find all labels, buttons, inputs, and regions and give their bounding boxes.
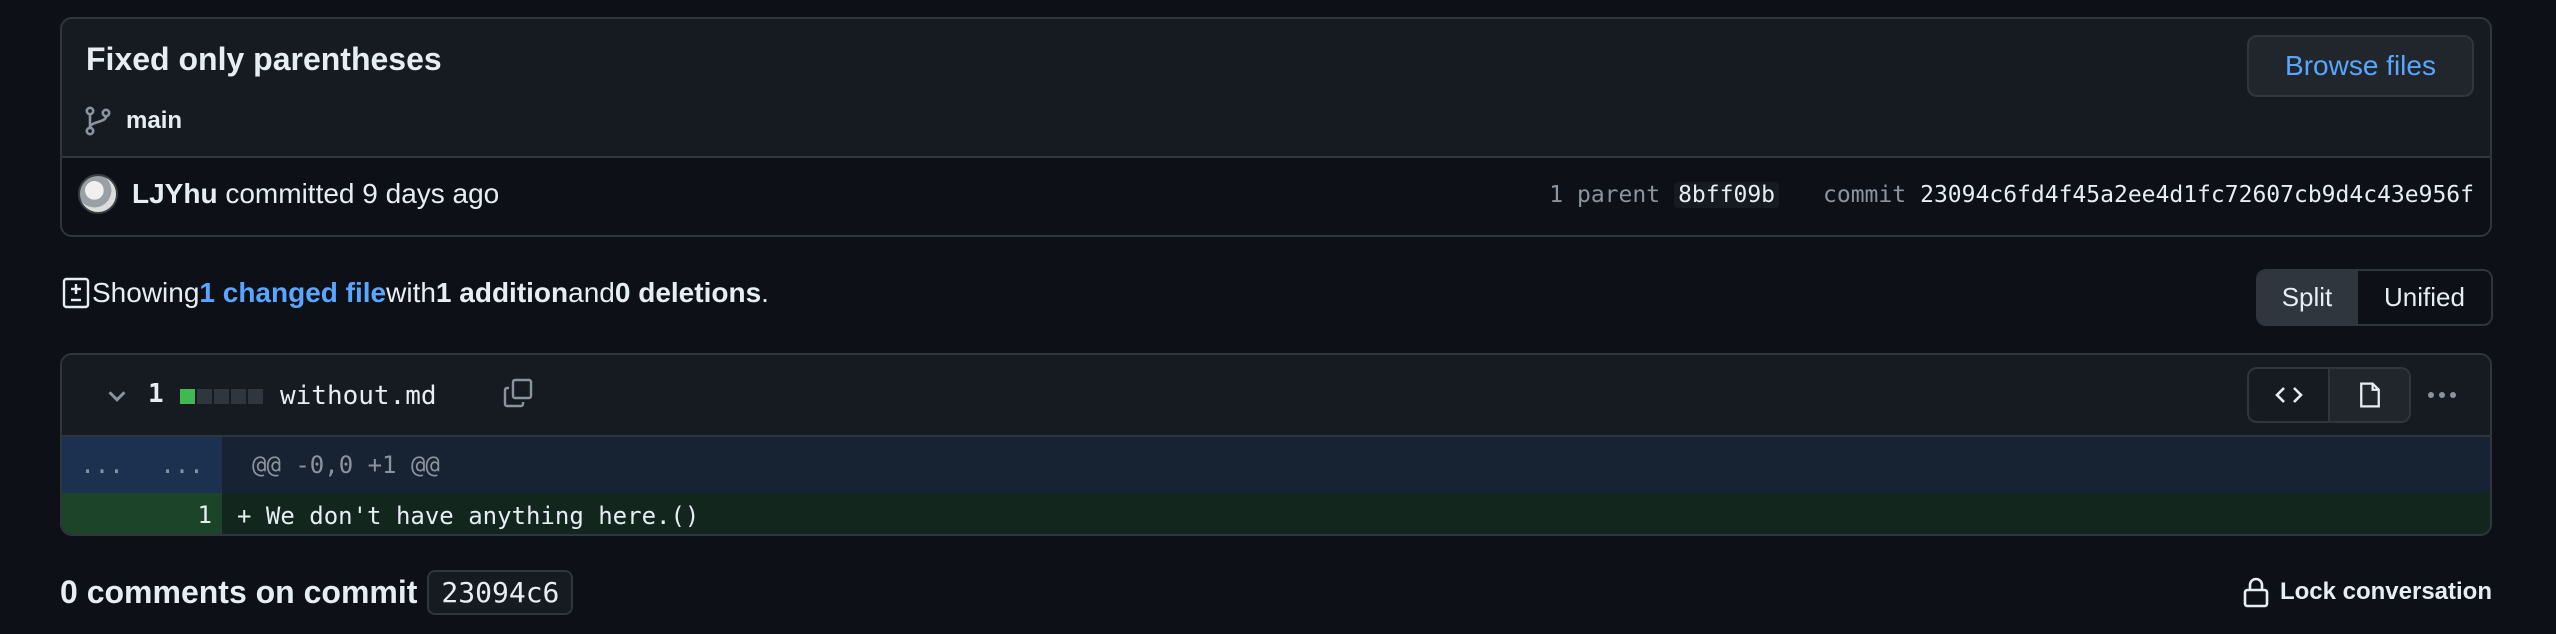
file-diff: 1 without.md ... ... @@ -0,0 +1 @@ 1 + W… (60, 353, 2492, 536)
branch-name[interactable]: main (126, 107, 182, 135)
diffstat-block (180, 389, 195, 404)
diff-summary: Showing 1 changed file with 1 addition a… (60, 276, 769, 310)
diffstat-block (248, 389, 263, 404)
diff-line-text: + We don't have anything here.() (237, 502, 700, 530)
code-icon (2274, 387, 2303, 403)
author-line: LJYhu committed 9 days ago (132, 178, 499, 210)
more-options-icon[interactable] (2422, 377, 2462, 413)
deletions-count: 0 deletions (614, 277, 762, 308)
view-file-button[interactable] (2330, 369, 2409, 421)
diff-view-toggle: Split Unified (2256, 269, 2493, 326)
parent-sha-link[interactable]: 8bff09b (1674, 182, 1780, 208)
commit-header: Fixed only parentheses main Browse files… (60, 17, 2492, 237)
summary-with: with (386, 277, 436, 308)
commit-details: LJYhu committed 9 days ago 1 parent 8bff… (62, 156, 2490, 235)
file-diff-icon (62, 277, 90, 309)
git-branch-icon (85, 106, 111, 136)
commit-label: commit (1823, 182, 1907, 208)
expand-hunk-left[interactable]: ... (62, 451, 142, 479)
copy-icon[interactable] (502, 377, 534, 409)
diffstat (180, 389, 263, 404)
lock-conversation-label: Lock conversation (2279, 578, 2492, 605)
expand-hunk-right[interactable]: ... (142, 451, 222, 479)
diffstat-block (197, 389, 212, 404)
comments-commit-sha: 23094c6 (427, 570, 574, 615)
hunk-expand-gutter: ... ... (62, 437, 222, 493)
change-count: 1 (148, 379, 164, 409)
commit-summary: Fixed only parentheses main Browse files (62, 19, 2490, 156)
additions-count: 1 addition (435, 277, 569, 308)
commit-meta: 1 parent 8bff09b commit 23094c6fd4f45a2e… (1549, 182, 2474, 208)
diffstat-block (214, 389, 229, 404)
view-code-button[interactable] (2249, 369, 2330, 421)
file-icon (2359, 382, 2380, 408)
summary-and: and (568, 277, 615, 308)
lock-conversation-button[interactable]: Lock conversation (2242, 576, 2492, 608)
diffstat-block (231, 389, 246, 404)
split-view-button[interactable]: Split (2258, 271, 2358, 324)
author-name[interactable]: LJYhu (132, 178, 218, 209)
file-name-link[interactable]: without.md (280, 381, 437, 411)
commit-title: Fixed only parentheses (86, 41, 442, 77)
diff-line-addition: 1 + We don't have anything here.() (62, 493, 2490, 534)
file-header: 1 without.md (62, 355, 2490, 437)
comments-title: 0 comments on commit (60, 574, 418, 610)
line-number[interactable]: 1 (142, 501, 212, 529)
parent-label: 1 parent (1549, 182, 1661, 208)
summary-prefix: Showing (92, 277, 200, 308)
chevron-down-icon[interactable] (102, 381, 132, 411)
hunk-header: @@ -0,0 +1 @@ (252, 451, 440, 479)
commit-action-text: committed 9 days ago (217, 178, 500, 209)
branch-indicator[interactable]: main (82, 105, 182, 137)
summary-suffix: . (761, 277, 769, 308)
avatar[interactable] (78, 174, 118, 214)
changed-files-link[interactable]: 1 changed file (199, 277, 386, 309)
unified-view-button[interactable]: Unified (2358, 271, 2491, 324)
commit-sha: 23094c6fd4f45a2ee4d1fc72607cb9d4c43e956f (1920, 182, 2474, 208)
browse-files-button[interactable]: Browse files (2247, 35, 2474, 97)
file-view-actions (2247, 367, 2411, 423)
hunk-header-row: ... ... @@ -0,0 +1 @@ (62, 437, 2490, 493)
lock-icon (2243, 577, 2269, 608)
comments-heading: 0 comments on commit 23094c6 (60, 570, 574, 615)
